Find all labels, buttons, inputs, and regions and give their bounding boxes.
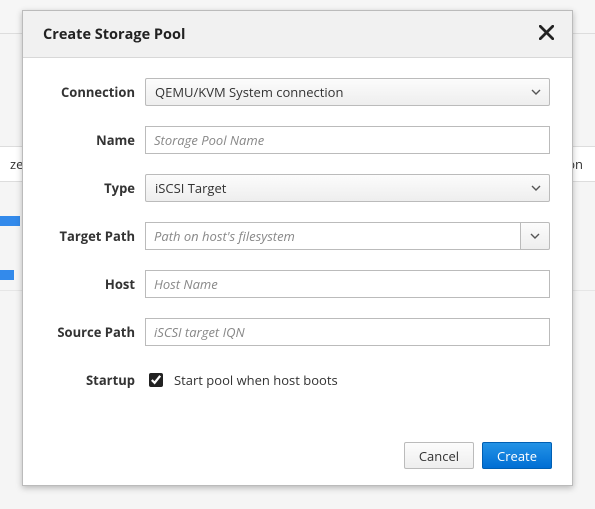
startup-checkbox[interactable]	[149, 373, 163, 387]
label-source-path: Source Path	[45, 323, 145, 341]
target-path-combo	[145, 222, 550, 250]
bg-progress-bar-1	[0, 216, 20, 226]
row-host: Host	[45, 270, 550, 298]
label-host: Host	[45, 275, 145, 293]
connection-select[interactable]: QEMU/KVM System connection	[145, 78, 550, 106]
chevron-down-icon	[530, 227, 540, 245]
label-type: Type	[45, 179, 145, 197]
dialog-body: Connection QEMU/KVM System connection Na…	[23, 58, 572, 394]
create-button[interactable]: Create	[482, 442, 552, 469]
label-target-path: Target Path	[45, 227, 145, 245]
row-target-path: Target Path	[45, 222, 550, 250]
row-type: Type iSCSI Target	[45, 174, 550, 202]
cancel-button[interactable]: Cancel	[404, 442, 474, 469]
type-select-value: iSCSI Target	[155, 179, 226, 197]
row-startup: Startup Start pool when host boots	[45, 366, 550, 394]
bg-progress-bar-2	[0, 270, 14, 280]
dialog-footer: Cancel Create	[23, 428, 572, 485]
source-path-input[interactable]	[145, 318, 550, 346]
host-input[interactable]	[145, 270, 550, 298]
target-path-input[interactable]	[145, 222, 520, 250]
target-path-dropdown-button[interactable]	[520, 222, 550, 250]
create-storage-pool-dialog: Create Storage Pool Connection QEMU/KVM …	[22, 10, 573, 486]
chevron-down-icon	[531, 87, 541, 97]
name-input[interactable]	[145, 126, 550, 154]
label-connection: Connection	[45, 83, 145, 101]
dialog-title: Create Storage Pool	[43, 25, 185, 44]
type-select[interactable]: iSCSI Target	[145, 174, 550, 202]
label-name: Name	[45, 131, 145, 149]
row-source-path: Source Path	[45, 318, 550, 346]
close-icon	[539, 25, 554, 44]
close-button[interactable]	[536, 24, 556, 44]
startup-checkbox-label[interactable]: Start pool when host boots	[174, 371, 338, 389]
row-name: Name	[45, 126, 550, 154]
page-backdrop: ze tion Create Storage Pool Connection Q…	[0, 0, 595, 509]
dialog-header: Create Storage Pool	[23, 11, 572, 58]
label-startup: Startup	[45, 371, 145, 389]
chevron-down-icon	[531, 183, 541, 193]
row-connection: Connection QEMU/KVM System connection	[45, 78, 550, 106]
connection-select-value: QEMU/KVM System connection	[155, 83, 343, 101]
